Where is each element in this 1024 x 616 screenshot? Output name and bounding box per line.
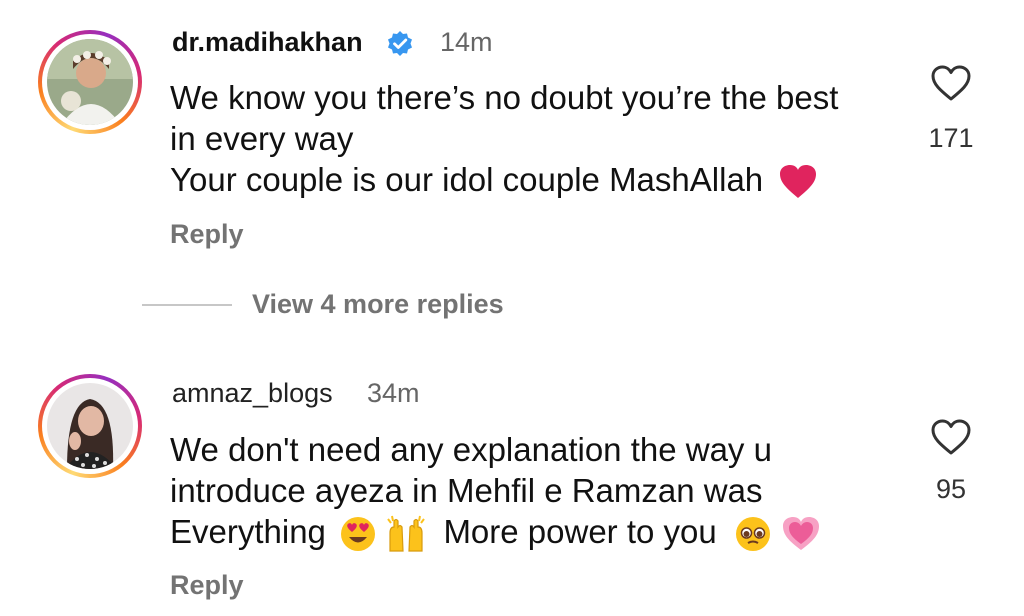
comment-text-line: introduce ayeza in Mehfil e Ramzan was [170,472,763,509]
comment-text-line: in every way [170,120,354,157]
view-replies-divider [142,304,232,306]
comment-text-line: Everything More power to you [170,511,821,553]
reply-button[interactable]: Reply [170,219,244,250]
like-heart-icon[interactable] [930,64,972,102]
like-count: 171 [928,123,974,153]
growing-heart-emoji [783,517,820,551]
avatar[interactable] [47,383,133,469]
comment-text-line-part: More power to you [443,513,717,550]
comment-username[interactable]: amnaz_blogs [172,378,333,409]
comment-text-line: We don't need any explanation the way u [170,431,772,468]
like-heart-icon[interactable] [930,418,972,456]
verified-badge-icon [388,31,412,56]
avatar-photo [47,383,133,469]
avatar-story-ring[interactable] [38,374,142,478]
avatar-border [42,378,138,474]
red-heart-emoji [780,165,817,199]
avatar-photo [47,39,133,125]
reply-button[interactable]: Reply [170,570,244,601]
avatar-story-ring[interactable] [38,30,142,134]
comment-timestamp: 34m [367,378,420,408]
raised-hands-emoji [387,516,426,552]
view-more-replies-button[interactable]: View 4 more replies [252,289,504,320]
comment-text: We don't need any explanation the way u … [170,429,821,553]
comment-text-line-part: Everything [170,513,326,550]
comment-username[interactable]: dr.madihakhan [172,27,363,58]
heart-eyes-emoji [341,517,376,552]
comment-timestamp: 14m [440,27,493,57]
comment-text-line: We know you there’s no doubt you’re the … [170,79,839,116]
avatar-border [42,34,138,130]
comment-text-line-part: Your couple is our idol couple MashAllah [170,161,764,198]
like-count: 95 [935,474,967,504]
comment-text-line: Your couple is our idol couple MashAllah [170,159,838,200]
comment-text: We know you there’s no doubt you’re the … [170,77,838,200]
avatar[interactable] [47,39,133,125]
pleading-face-emoji [735,517,770,552]
